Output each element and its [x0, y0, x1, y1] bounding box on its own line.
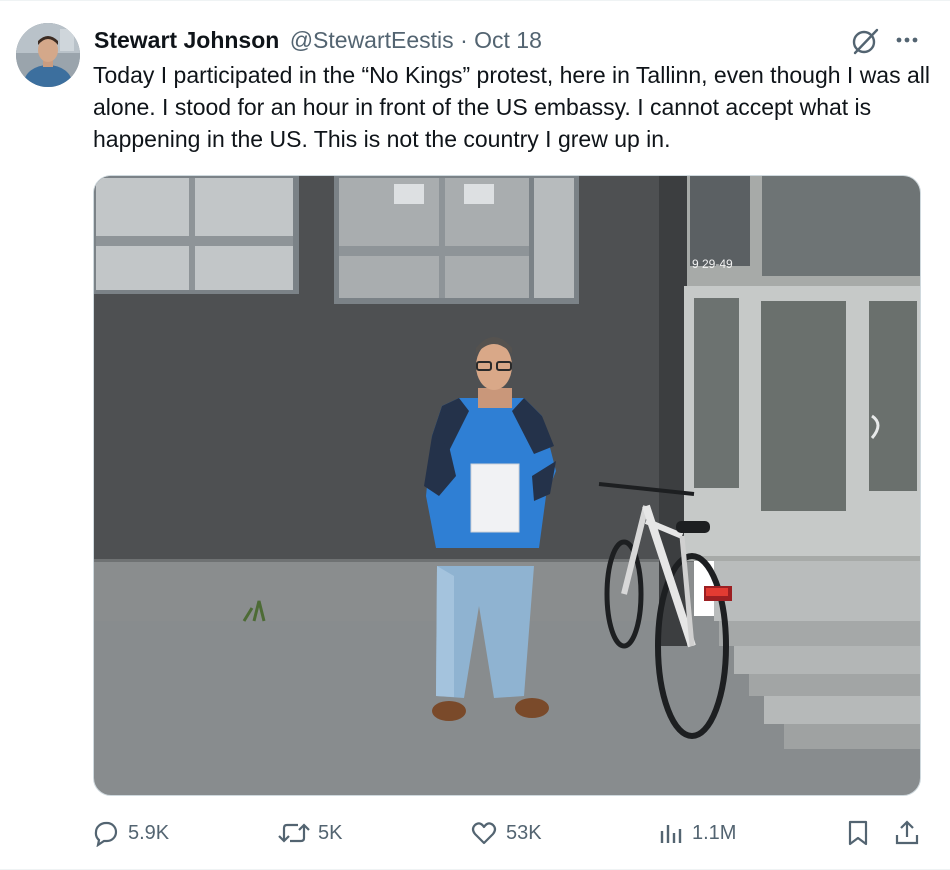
tweet-header: Stewart Johnson @StewartEestis · Oct 18: [94, 25, 542, 55]
repost-count: 5K: [318, 821, 343, 844]
header-separator: ·: [460, 27, 468, 53]
reply-icon: [94, 821, 118, 847]
like-count: 53K: [506, 821, 542, 844]
tweet-date[interactable]: Oct 18: [474, 27, 542, 53]
avatar[interactable]: [16, 23, 80, 87]
share-icon: [895, 820, 919, 845]
views-icon: [660, 825, 682, 843]
repost-button[interactable]: 5K: [278, 816, 342, 850]
reply-button[interactable]: 5.9K: [92, 816, 169, 850]
like-button[interactable]: 53K: [470, 816, 542, 850]
protest-photo: 9 29-49: [94, 176, 920, 795]
tweet-photo[interactable]: 9 29-49: [93, 175, 921, 796]
grok-icon[interactable]: [850, 27, 880, 55]
like-icon: [471, 822, 497, 845]
repost-icon: [278, 823, 310, 843]
bookmark-icon: [848, 820, 868, 846]
more-icon[interactable]: [893, 25, 923, 55]
action-bar: 5.9K 5K 53K 1.1M: [0, 816, 950, 850]
bookmark-button[interactable]: [845, 816, 871, 850]
tweet-card[interactable]: Stewart Johnson @StewartEestis · Oct 18 …: [0, 0, 950, 870]
author-name[interactable]: Stewart Johnson: [94, 27, 279, 53]
author-handle[interactable]: @StewartEestis: [290, 27, 454, 53]
avatar-image: [16, 23, 80, 87]
door-sign-text: 9 29-49: [692, 257, 733, 271]
views-button[interactable]: 1.1M: [658, 816, 736, 850]
reply-count: 5.9K: [128, 821, 170, 844]
views-count: 1.1M: [692, 821, 737, 844]
tweet-text: Today I participated in the “No Kings” p…: [93, 62, 930, 152]
share-button[interactable]: [893, 816, 921, 850]
